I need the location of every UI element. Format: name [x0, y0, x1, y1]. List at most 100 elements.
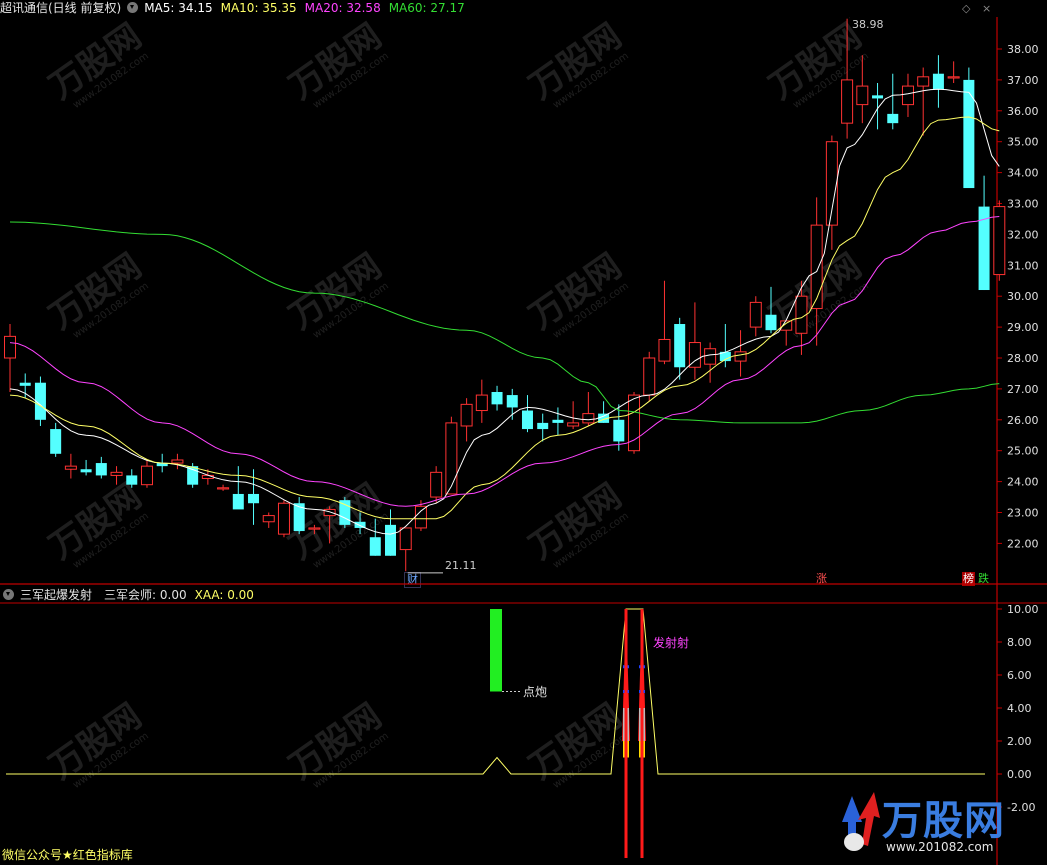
- candle-body: [932, 73, 944, 90]
- candle: [262, 512, 275, 528]
- price-tick-label: 35.00: [1007, 136, 1039, 149]
- candle: [917, 67, 930, 136]
- candle-body: [749, 301, 762, 328]
- price-tick-label: 26.00: [1007, 414, 1039, 427]
- price-tick-label: 23.00: [1007, 507, 1039, 520]
- candle-body: [887, 113, 899, 124]
- candle: [399, 527, 412, 572]
- candle-body: [445, 422, 458, 495]
- candle: [932, 55, 944, 108]
- candle-body: [399, 527, 412, 551]
- candle: [688, 302, 701, 380]
- candle: [887, 73, 899, 130]
- candle-body: [567, 422, 580, 427]
- candle-body: [369, 537, 381, 556]
- ma-line-ma5: [9, 88, 1000, 535]
- candle: [19, 373, 31, 399]
- candle: [947, 61, 960, 83]
- candle-body: [552, 419, 564, 423]
- candle: [50, 422, 62, 457]
- candle-body: [901, 85, 914, 106]
- watermark-tile: 万股网www.201082.com: [522, 696, 631, 791]
- sub-tick-label: 4.00: [1007, 702, 1032, 715]
- price-tick-label: 27.00: [1007, 383, 1039, 396]
- candle-body: [140, 465, 153, 486]
- candle: [445, 416, 458, 495]
- candle: [872, 82, 884, 130]
- candle-body: [4, 335, 16, 359]
- candle-body: [475, 394, 488, 412]
- candle-body: [126, 475, 138, 485]
- sub-tick-label: 2.00: [1007, 735, 1032, 748]
- kline-chart[interactable]: 万股网www.201082.com 万股网www.201082.com 万股网www…: [0, 0, 1047, 865]
- sub-tick-label: 8.00: [1007, 636, 1032, 649]
- candle: [674, 317, 686, 380]
- price-tick-label: 22.00: [1007, 537, 1039, 550]
- candle-body: [414, 505, 427, 529]
- candle: [993, 200, 1006, 281]
- watermark-tile: 万股网www.201082.com: [282, 16, 391, 111]
- launch-pulse: [638, 609, 646, 858]
- candle: [521, 395, 533, 433]
- candle-body: [385, 524, 396, 556]
- candle-body: [430, 471, 443, 498]
- candle-body: [841, 79, 854, 124]
- candle-body: [217, 487, 230, 490]
- footer-text: 微信公众号★红色指标库: [2, 848, 133, 862]
- watermark-tile: 万股网www.201082.com: [282, 696, 391, 791]
- candle: [582, 391, 595, 426]
- price-tick-label: 24.00: [1007, 476, 1039, 489]
- candle-body: [248, 493, 260, 504]
- logo-brand-text: 万股网: [882, 798, 1005, 844]
- candle-body: [947, 76, 960, 79]
- watermark-tile: 万股网www.201082.com: [522, 476, 631, 571]
- candle-body: [628, 394, 641, 452]
- candle-body: [50, 429, 62, 454]
- sub-tick-label: 6.00: [1007, 669, 1032, 682]
- price-tick-label: 38.00: [1007, 43, 1039, 56]
- candle-body: [582, 413, 595, 424]
- candle: [4, 324, 16, 392]
- logo-url-text: www.201082.com: [886, 840, 994, 854]
- candle-body: [872, 95, 884, 99]
- candle-body: [856, 85, 869, 106]
- candle: [232, 466, 244, 510]
- price-tick-label: 29.00: [1007, 321, 1039, 334]
- candle-body: [734, 351, 747, 362]
- candle: [217, 484, 230, 491]
- candle-body: [674, 324, 686, 368]
- candle-body: [262, 515, 275, 523]
- logo-mascot: [844, 833, 864, 851]
- price-tick-label: 30.00: [1007, 290, 1039, 303]
- watermark-tile: 万股网www.201082.com: [522, 246, 631, 341]
- candle-body: [613, 419, 625, 442]
- watermark-tile: 万股网www.201082.com: [42, 476, 151, 571]
- high-price-label: 38.98: [852, 18, 884, 31]
- candle-body: [323, 508, 336, 517]
- candle: [293, 497, 305, 535]
- candle: [567, 401, 580, 430]
- watermark-tile: 万股网www.201082.com: [42, 246, 151, 341]
- candle: [506, 388, 518, 420]
- candle-body: [339, 500, 351, 525]
- price-tick-label: 37.00: [1007, 74, 1039, 87]
- brand-logo: 万股网 www.201082.com: [830, 782, 1035, 862]
- candle: [80, 459, 92, 476]
- candle: [963, 67, 975, 189]
- candle: [491, 385, 503, 411]
- candle-body: [171, 459, 184, 464]
- candle-body: [963, 79, 975, 189]
- ma-line-ma60: [9, 221, 1000, 424]
- price-tick-label: 33.00: [1007, 198, 1039, 211]
- candle: [704, 342, 717, 383]
- fashe-label: 发射射: [653, 636, 690, 650]
- candle: [475, 379, 488, 423]
- candle-body: [308, 527, 321, 530]
- candle-body: [765, 314, 777, 331]
- ma-line-ma10: [9, 116, 1000, 520]
- candle-body: [506, 395, 518, 408]
- candle-body: [80, 469, 92, 473]
- candle-body: [521, 410, 533, 430]
- launch-pulse: [622, 609, 630, 858]
- price-tick-label: 31.00: [1007, 259, 1039, 272]
